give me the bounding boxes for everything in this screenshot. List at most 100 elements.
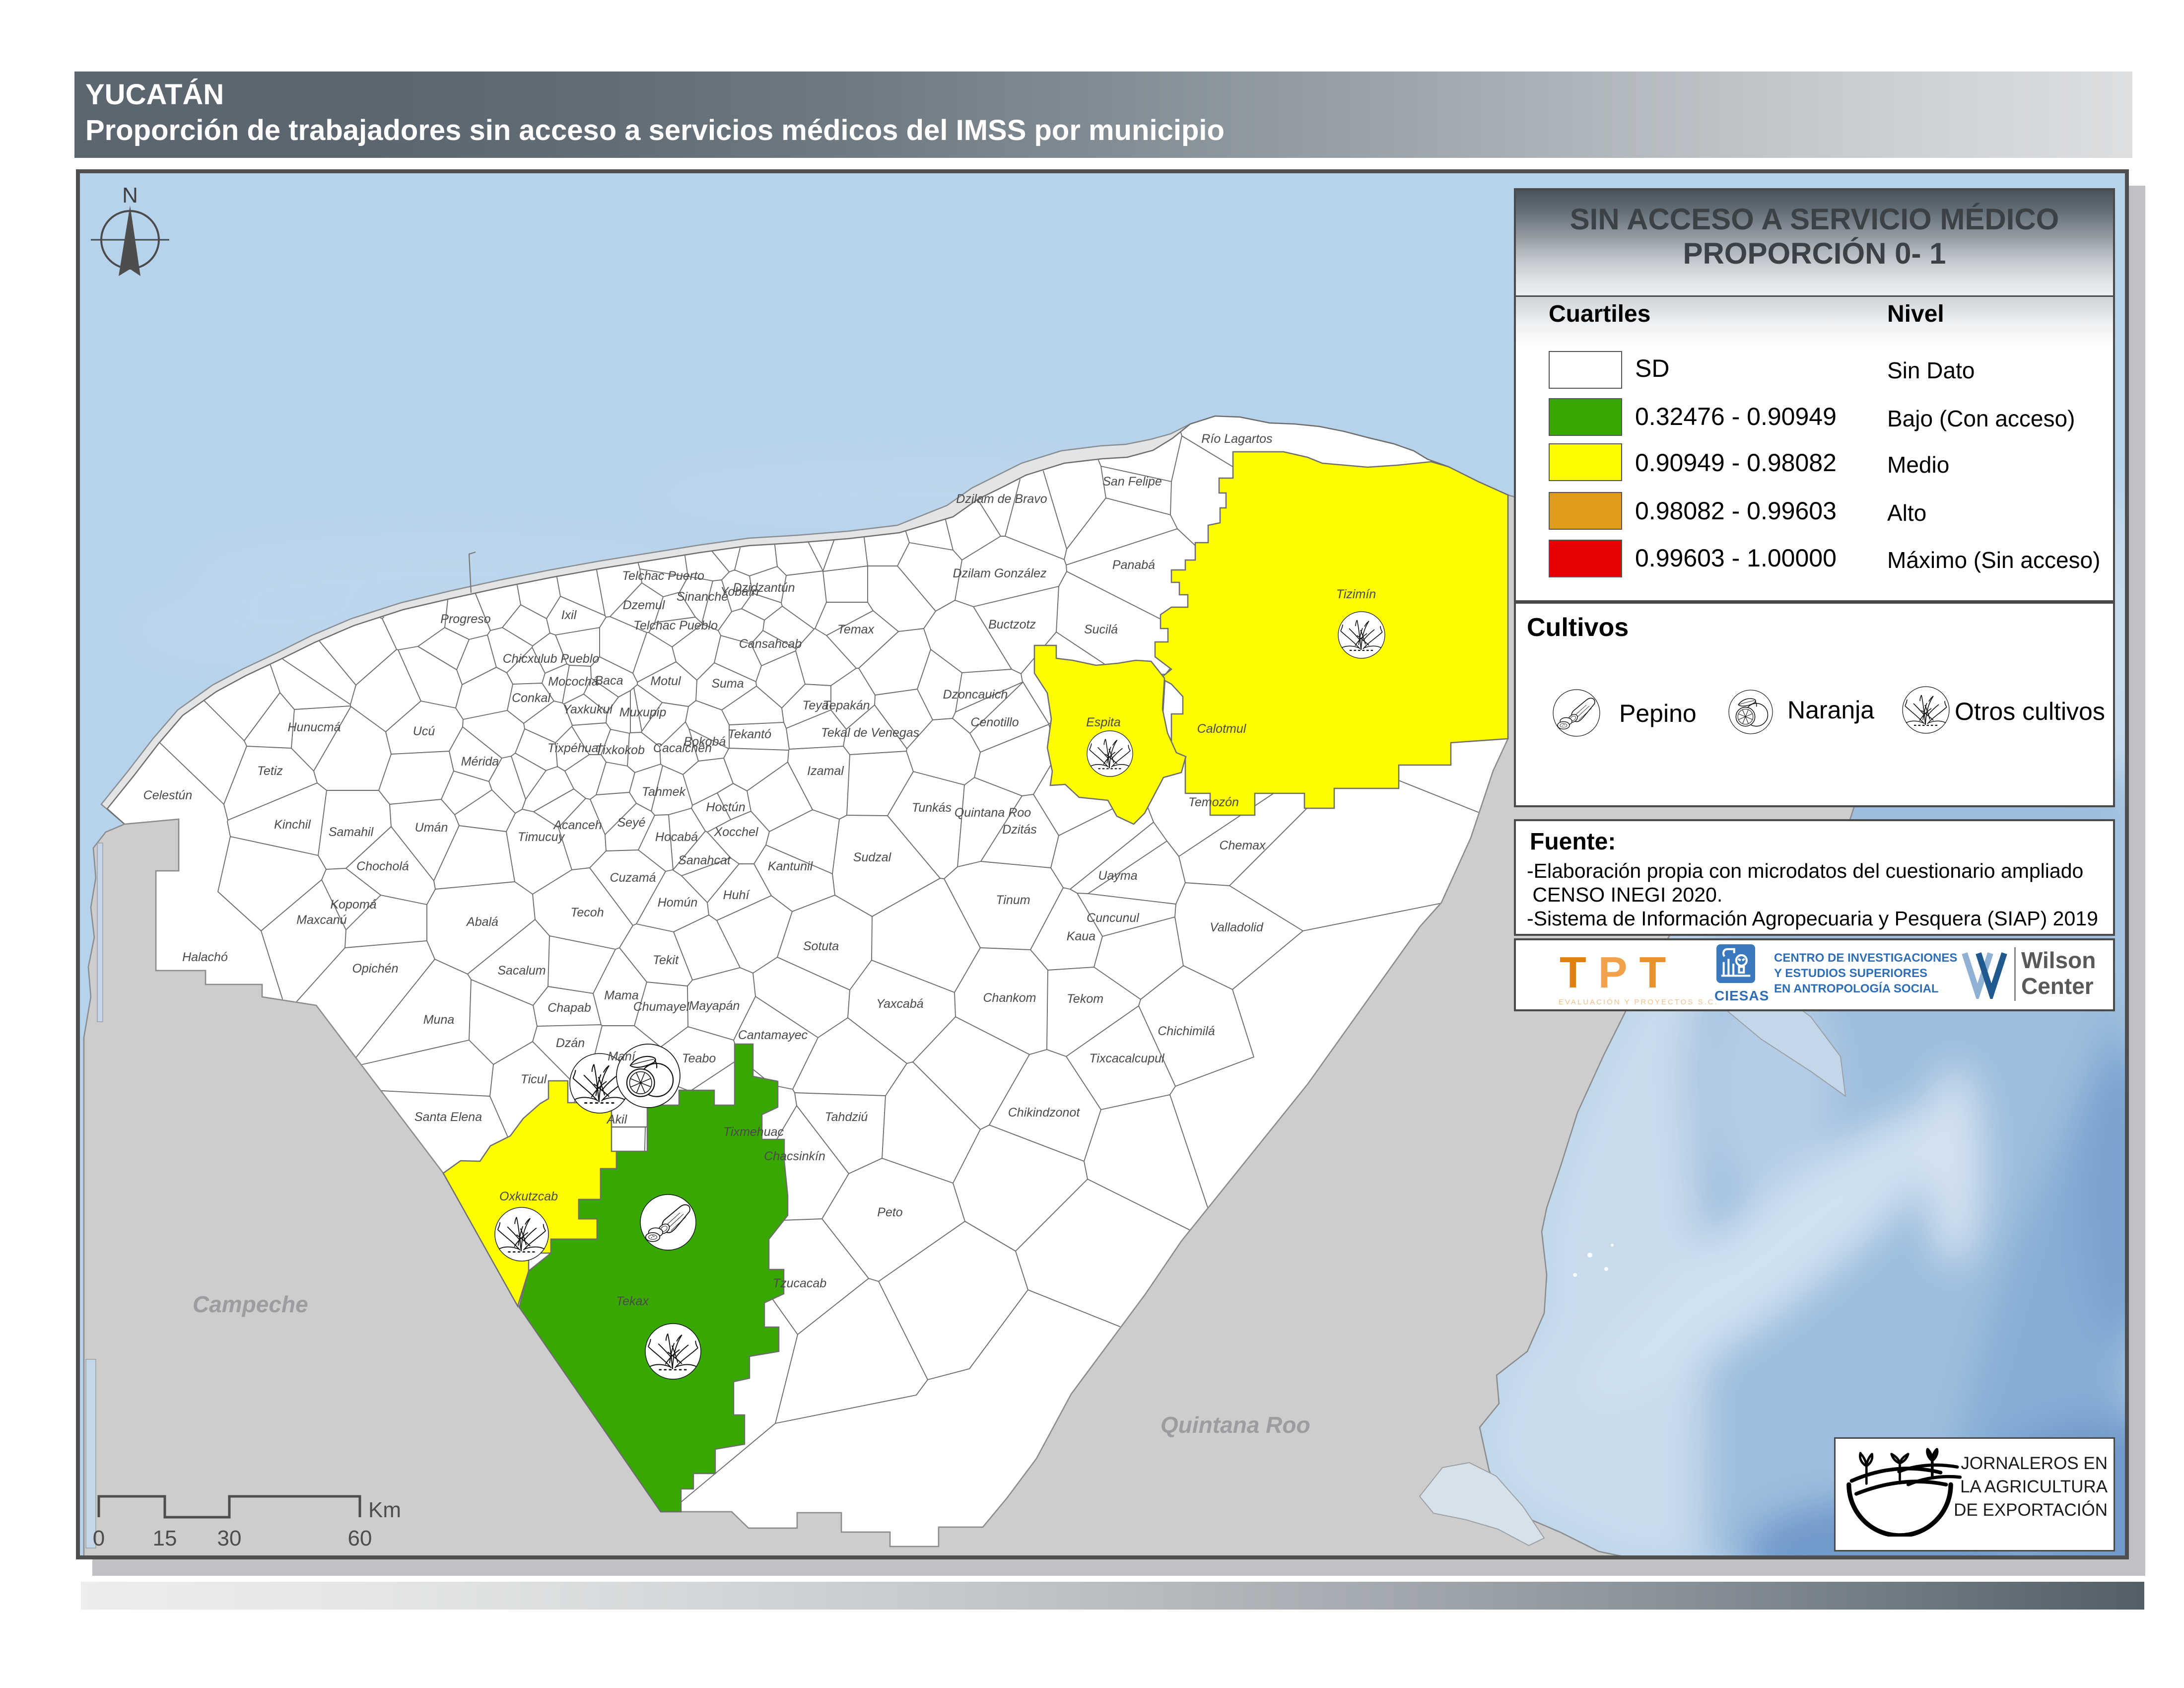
svg-text:60: 60: [348, 1526, 372, 1550]
svg-text:Yaxkukul: Yaxkukul: [563, 703, 613, 716]
svg-text:30: 30: [217, 1526, 242, 1550]
svg-text:Ticul: Ticul: [521, 1072, 547, 1086]
svg-text:Seyé: Seyé: [617, 816, 646, 830]
svg-text:Temax: Temax: [837, 623, 875, 636]
svg-text:Hocabá: Hocabá: [655, 830, 698, 844]
svg-text:Suma: Suma: [711, 677, 744, 691]
svg-text:Dzán: Dzán: [556, 1036, 585, 1050]
svg-text:Mocochá: Mocochá: [548, 675, 599, 689]
svg-text:Chicxulub Pueblo: Chicxulub Pueblo: [503, 652, 600, 666]
svg-text:Chichimilá: Chichimilá: [1158, 1024, 1215, 1038]
svg-text:Halachó: Halachó: [182, 950, 228, 964]
svg-text:Hunucmá: Hunucmá: [288, 720, 341, 734]
svg-text:Homún: Homún: [658, 896, 698, 910]
svg-text:Santa Elena: Santa Elena: [414, 1110, 482, 1124]
svg-text:Tunkás: Tunkás: [912, 801, 952, 815]
svg-text:Calotmul: Calotmul: [1197, 722, 1247, 736]
svg-text:Kinchil: Kinchil: [274, 818, 311, 832]
svg-text:Mérida: Mérida: [461, 755, 499, 769]
svg-text:San Felipe: San Felipe: [1102, 475, 1162, 489]
svg-text:0: 0: [93, 1526, 105, 1550]
svg-text:Cenotillo: Cenotillo: [970, 715, 1019, 729]
svg-text:Oxkutzcab: Oxkutzcab: [499, 1190, 558, 1203]
svg-text:Chacsinkín: Chacsinkín: [764, 1149, 825, 1163]
svg-text:Tekantó: Tekantó: [728, 727, 771, 741]
svg-text:Cuzamá: Cuzamá: [610, 871, 656, 885]
svg-text:Celestún: Celestún: [143, 788, 193, 802]
svg-text:Dzoncauich: Dzoncauich: [943, 688, 1008, 702]
svg-text:Tahmek: Tahmek: [642, 785, 686, 799]
svg-text:Abalá: Abalá: [466, 915, 498, 929]
svg-text:Izamal: Izamal: [807, 764, 844, 778]
svg-text:Timucuy: Timucuy: [518, 830, 565, 844]
svg-text:Telchac Puerto: Telchac Puerto: [622, 569, 704, 583]
svg-text:Mayapán: Mayapán: [689, 999, 740, 1013]
svg-text:Kantunil: Kantunil: [768, 859, 814, 873]
svg-text:Teabo: Teabo: [682, 1052, 716, 1065]
svg-text:Tixcacalcupul: Tixcacalcupul: [1089, 1052, 1165, 1065]
svg-text:N: N: [122, 183, 138, 208]
svg-text:Acanceh: Acanceh: [552, 818, 602, 832]
svg-text:Sacalum: Sacalum: [497, 964, 546, 978]
svg-text:Samahil: Samahil: [329, 825, 374, 839]
svg-text:Tekal de Venegas: Tekal de Venegas: [821, 726, 919, 740]
svg-text:Tizimín: Tizimín: [1336, 587, 1376, 601]
svg-text:Tekax: Tekax: [616, 1294, 649, 1308]
svg-text:Muxupip: Muxupip: [619, 705, 667, 719]
svg-text:Dzitás: Dzitás: [1002, 823, 1036, 837]
svg-text:Sucilá: Sucilá: [1084, 623, 1118, 636]
svg-text:Sudzal: Sudzal: [853, 850, 892, 864]
svg-text:Cansahcab: Cansahcab: [739, 637, 802, 651]
svg-text:Tahdziú: Tahdziú: [825, 1110, 868, 1124]
svg-text:Dzidzantún: Dzidzantún: [733, 581, 795, 595]
svg-text:Maní: Maní: [608, 1050, 636, 1063]
svg-text:Río Lagartos: Río Lagartos: [1201, 432, 1272, 446]
svg-text:Mama: Mama: [604, 988, 639, 1002]
svg-text:Peto: Peto: [877, 1205, 903, 1219]
svg-text:Huhí: Huhí: [723, 888, 751, 902]
svg-text:Conkal: Conkal: [512, 691, 551, 705]
svg-text:Chemax: Chemax: [1219, 839, 1266, 852]
svg-text:Tecoh: Tecoh: [570, 906, 604, 919]
svg-text:Progreso: Progreso: [440, 612, 491, 626]
svg-text:Uayma: Uayma: [1098, 869, 1137, 883]
svg-text:Maxcanú: Maxcanú: [296, 913, 347, 927]
svg-text:Sotuta: Sotuta: [803, 939, 839, 953]
svg-text:Tzucacab: Tzucacab: [773, 1276, 826, 1290]
svg-text:Telchac Pueblo: Telchac Pueblo: [633, 619, 718, 633]
svg-text:Tekit: Tekit: [653, 953, 679, 967]
svg-text:Chapab: Chapab: [547, 1001, 591, 1015]
svg-text:Temozón: Temozón: [1188, 795, 1239, 809]
svg-text:Km: Km: [368, 1498, 401, 1522]
svg-text:Ixil: Ixil: [561, 608, 577, 622]
svg-text:Quintana Roo: Quintana Roo: [1160, 1412, 1310, 1438]
svg-text:Dzilam González: Dzilam González: [953, 566, 1047, 580]
svg-text:Sanahcat: Sanahcat: [678, 853, 731, 867]
svg-text:Chocholá: Chocholá: [356, 859, 409, 873]
svg-text:Cacalchén: Cacalchén: [653, 741, 712, 755]
svg-text:Baca: Baca: [595, 674, 623, 688]
svg-text:Buctzotz: Buctzotz: [988, 618, 1036, 632]
svg-text:Panabá: Panabá: [1112, 558, 1155, 572]
svg-text:Valladolid: Valladolid: [1210, 920, 1264, 934]
svg-text:Dzilam de Bravo: Dzilam de Bravo: [956, 492, 1047, 506]
svg-text:Tekom: Tekom: [1067, 992, 1103, 1006]
svg-text:Dzemul: Dzemul: [623, 598, 666, 612]
svg-text:Opichén: Opichén: [352, 962, 398, 976]
svg-text:Motul: Motul: [650, 674, 682, 688]
svg-text:Tetiz: Tetiz: [257, 764, 283, 778]
svg-text:Cuncunul: Cuncunul: [1087, 911, 1140, 925]
svg-text:Chankom: Chankom: [983, 991, 1036, 1005]
svg-text:Tixmehuac: Tixmehuac: [723, 1125, 784, 1139]
svg-text:Muna: Muna: [423, 1013, 455, 1027]
svg-text:Xocchel: Xocchel: [714, 825, 759, 839]
svg-text:Ucú: Ucú: [413, 724, 435, 738]
svg-text:Chumayel: Chumayel: [633, 1000, 690, 1014]
svg-text:Kopomá: Kopomá: [330, 898, 376, 912]
svg-text:Kaua: Kaua: [1067, 929, 1095, 943]
svg-text:Cantamayec: Cantamayec: [738, 1028, 808, 1042]
svg-text:Tinum: Tinum: [996, 893, 1030, 907]
svg-text:Quintana Roo: Quintana Roo: [955, 806, 1031, 820]
svg-text:Tixkokob: Tixkokob: [595, 743, 645, 757]
svg-text:Umán: Umán: [415, 821, 448, 835]
